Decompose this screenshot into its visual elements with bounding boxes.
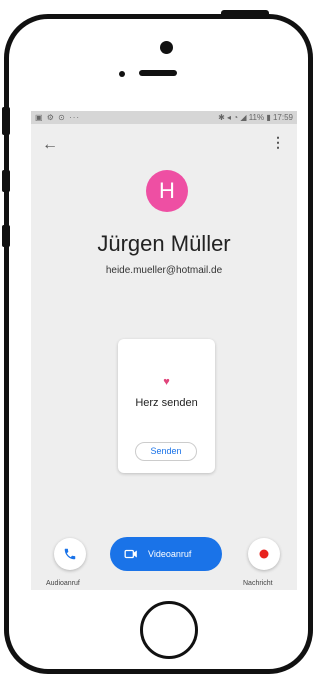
video-camera-icon [124,549,137,559]
message-button[interactable] [248,538,280,570]
earpiece-speaker [139,70,177,76]
volume-up-button [2,170,10,192]
front-camera [160,41,173,54]
send-button[interactable]: Senden [135,442,197,461]
power-button [221,10,269,18]
phone-screen: ▣ ⚙ ⊙ ··· ✱ ◂ ◔ ◢ 11% ▮ 17:59 ← ⋮ H Jürg… [31,111,297,590]
sensor-dot [119,71,125,77]
card-title: Herz senden [135,397,198,409]
phone-icon [64,548,76,560]
audio-call-label: Audioanruf [46,580,80,587]
record-dot-icon [259,549,269,559]
volume-down-button [2,225,10,247]
audio-call-button[interactable] [54,538,86,570]
video-call-label: Videoanruf [148,549,192,559]
more-vertical-icon[interactable]: ⋮ [271,134,285,151]
status-right-info: ✱ ◂ ◔ ◢ 11% ▮ 17:59 [218,113,293,122]
video-call-button[interactable]: Videoanruf [110,537,222,571]
contact-email: heide.mueller@hotmail.de [105,265,223,276]
contact-name: Jürgen Müller [97,231,231,256]
send-heart-card: ♥ Herz senden Senden [118,339,215,473]
avatar: H [146,170,188,212]
mute-switch [2,107,10,135]
arrow-left-icon[interactable]: ← [42,136,58,154]
status-bar: ▣ ⚙ ⊙ ··· ✱ ◂ ◔ ◢ 11% ▮ 17:59 [31,111,297,124]
status-left-icons: ▣ ⚙ ⊙ ··· [35,113,81,122]
message-label: Nachricht [243,580,273,587]
home-button[interactable] [140,601,198,659]
heart-icon: ♥ [163,376,170,388]
